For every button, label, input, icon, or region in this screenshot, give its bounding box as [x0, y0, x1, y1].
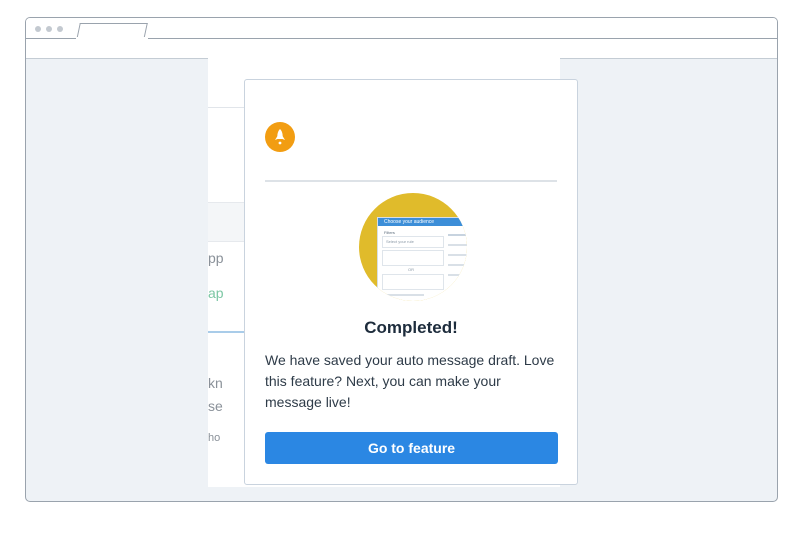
header-divider	[265, 180, 557, 182]
screenshot-text-line	[448, 264, 466, 266]
feature-illustration: Choose your audience Filters Select your…	[359, 193, 467, 301]
modal-description: We have saved your auto message draft. L…	[265, 352, 555, 410]
window-controls	[35, 26, 63, 32]
window-dot-icon	[35, 26, 41, 32]
screenshot-or-label: OR	[408, 267, 414, 272]
screenshot-text-line	[448, 234, 467, 236]
screenshot-field: Select your rule	[382, 236, 444, 248]
window-dot-icon	[57, 26, 63, 32]
screenshot-text-line	[448, 254, 467, 256]
go-to-feature-button[interactable]: Go to feature	[265, 432, 558, 464]
completion-modal: Choose your audience Filters Select your…	[244, 79, 578, 485]
screenshot-field	[382, 250, 444, 266]
illustration-screenshot: Choose your audience Filters Select your…	[377, 217, 467, 301]
screenshot-field	[382, 274, 444, 290]
background-text: ho	[208, 432, 221, 444]
tab-joint	[76, 37, 148, 40]
screenshot-text-line	[448, 244, 467, 246]
window-dot-icon	[46, 26, 52, 32]
screenshot-text-line	[384, 294, 424, 296]
rocket-icon	[265, 122, 295, 152]
screenshot-heading: Choose your audience	[384, 219, 435, 225]
background-text: kn	[208, 375, 223, 391]
modal-title: Completed!	[364, 318, 458, 337]
background-text: pp	[208, 250, 224, 266]
screenshot-header: Choose your audience	[378, 218, 467, 226]
screenshot-field-placeholder: Select your rule	[386, 239, 414, 244]
browser-chrome	[26, 18, 777, 59]
background-text: se	[208, 398, 223, 414]
screenshot-filters-label: Filters	[384, 230, 395, 235]
background-link-text: ap	[208, 285, 224, 301]
screenshot-text-line	[448, 274, 467, 276]
